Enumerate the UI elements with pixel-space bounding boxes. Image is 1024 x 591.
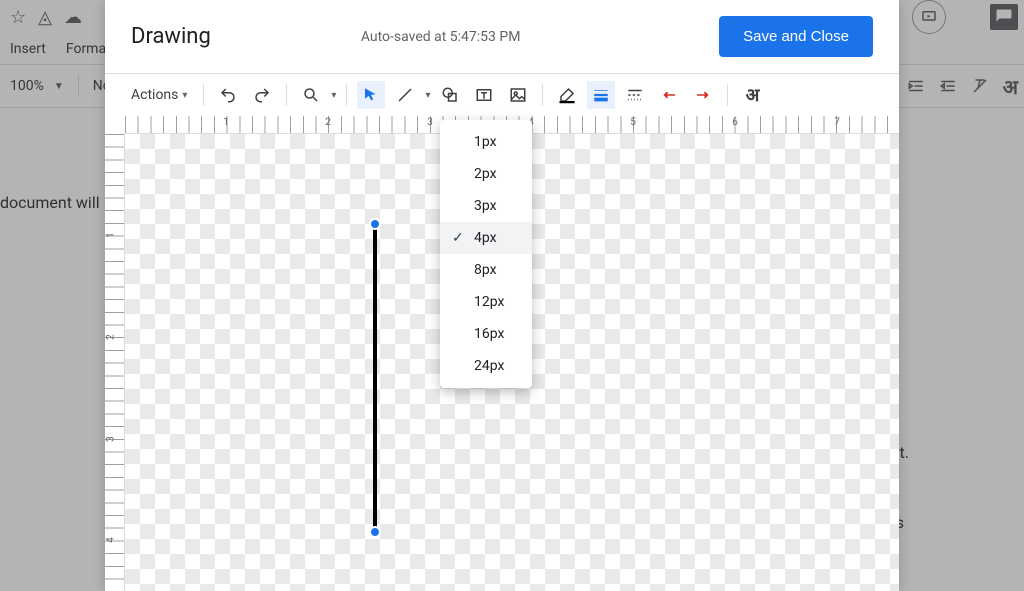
textbox-tool[interactable] (470, 81, 498, 109)
ruler-tick: 3 (105, 436, 116, 442)
ruler-tick: 6 (732, 117, 738, 128)
line-weight-option[interactable]: 3px (440, 190, 532, 222)
modal-title: Drawing (131, 24, 211, 49)
line-weight-option[interactable]: 24px (440, 350, 532, 382)
ruler-tick: 7 (834, 117, 840, 128)
drawing-toolbar: Actions ▾ ▾ ▾ (105, 74, 899, 116)
ruler-tick: 1 (105, 232, 116, 238)
shape-tool[interactable] (436, 81, 464, 109)
line-weight-option[interactable]: 1px (440, 126, 532, 158)
line-start-button[interactable] (655, 81, 683, 109)
actions-label: Actions (131, 87, 178, 103)
ruler-tick: 1 (223, 117, 229, 128)
line-weight-option[interactable]: 16px (440, 318, 532, 350)
chevron-down-icon: ▾ (182, 90, 187, 101)
line-end-button[interactable] (689, 81, 717, 109)
ruler-tick: 4 (105, 537, 116, 543)
save-and-close-button[interactable]: Save and Close (719, 16, 873, 57)
ruler-tick: 2 (105, 334, 116, 340)
line-weight-button[interactable] (587, 81, 615, 109)
ruler-tick: 2 (325, 117, 331, 128)
line-shape[interactable] (373, 224, 377, 532)
redo-button[interactable] (248, 81, 276, 109)
line-color-button[interactable] (553, 81, 581, 109)
actions-menu[interactable]: Actions ▾ (125, 83, 193, 107)
chevron-down-icon[interactable]: ▾ (331, 90, 336, 101)
image-tool[interactable] (504, 81, 532, 109)
chevron-down-icon[interactable]: ▾ (425, 90, 430, 101)
line-tool[interactable] (391, 81, 419, 109)
line-handle-top[interactable] (369, 218, 381, 230)
ruler-vertical: 1 2 3 4 (105, 134, 125, 591)
line-weight-option[interactable]: 4px (440, 222, 532, 254)
line-weight-dropdown: 1px2px3px4px8px12px16px24px (440, 120, 532, 388)
translate-icon: अ (746, 83, 760, 107)
select-tool[interactable] (357, 81, 385, 109)
line-weight-option[interactable]: 8px (440, 254, 532, 286)
ruler-tick: 5 (630, 117, 636, 128)
more-options-button[interactable]: अ (738, 81, 766, 109)
line-weight-option[interactable]: 2px (440, 158, 532, 190)
line-weight-option[interactable]: 12px (440, 286, 532, 318)
zoom-button[interactable] (297, 81, 325, 109)
modal-header: Drawing Auto-saved at 5:47:53 PM Save an… (105, 0, 899, 74)
line-handle-bottom[interactable] (369, 526, 381, 538)
line-dash-button[interactable] (621, 81, 649, 109)
autosave-status: Auto-saved at 5:47:53 PM (361, 29, 521, 45)
undo-button[interactable] (214, 81, 242, 109)
ruler-tick: 3 (427, 117, 433, 128)
